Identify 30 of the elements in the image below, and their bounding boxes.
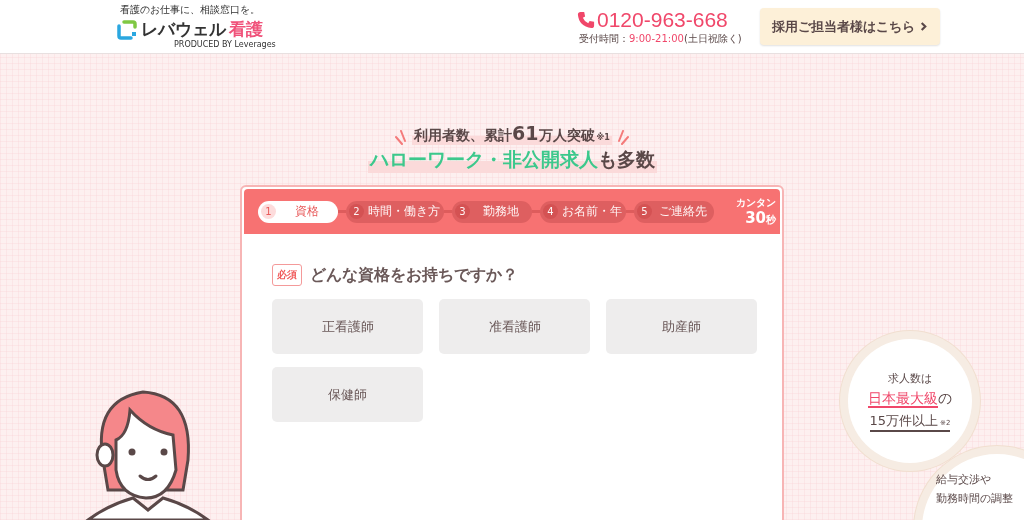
phone-number[interactable]: 0120-963-668 — [597, 7, 728, 32]
feature-text: 給与交渉や — [936, 472, 991, 487]
duration-text: 30秒 — [744, 208, 776, 227]
step-pill: 4 お名前・年 — [540, 200, 626, 223]
headline: ハローワーク・非公開求人も多数 — [367, 147, 657, 173]
phone-icon — [577, 10, 595, 29]
feature-text: 勤務時間の調整 — [936, 491, 1013, 506]
step-pill: 3 勤務地 — [452, 200, 532, 223]
chevron-right-icon — [918, 21, 928, 32]
accent-lines-icon — [617, 130, 629, 145]
duration-label: カンタン — [736, 196, 776, 209]
qualification-option-button[interactable]: 正看護師 — [272, 299, 423, 354]
qualification-option-button[interactable]: 准看護師 — [439, 299, 590, 354]
produced-by-text: PRODUCED BY Leverages — [174, 41, 276, 50]
employer-link-button[interactable]: 採用ご担当者様はこちら — [759, 8, 940, 45]
tagline: 看護のお仕事に、相談窓口を。 — [120, 3, 260, 18]
feature-text: 求人数は — [888, 370, 932, 386]
step-pill: 2 時間・働き方 — [346, 200, 444, 223]
hours-label: 受付時間： — [579, 32, 629, 44]
step-pill: 5 ご連絡先 — [634, 200, 714, 223]
qualification-option-button[interactable]: 保健師 — [272, 367, 423, 422]
hours-note: (土日祝除く) — [683, 32, 742, 44]
accent-lines-icon — [395, 130, 407, 145]
feature-text: 日本最大級の — [868, 389, 952, 408]
business-hours: 9:00-21:00 — [629, 32, 684, 44]
required-badge: 必須 — [272, 264, 302, 286]
question-text: どんな資格をお持ちですか？ — [310, 264, 518, 286]
step-pill: 1 資格 — [258, 200, 338, 223]
logo-icon — [116, 18, 138, 41]
qualification-option-button[interactable]: 助産師 — [606, 299, 757, 354]
